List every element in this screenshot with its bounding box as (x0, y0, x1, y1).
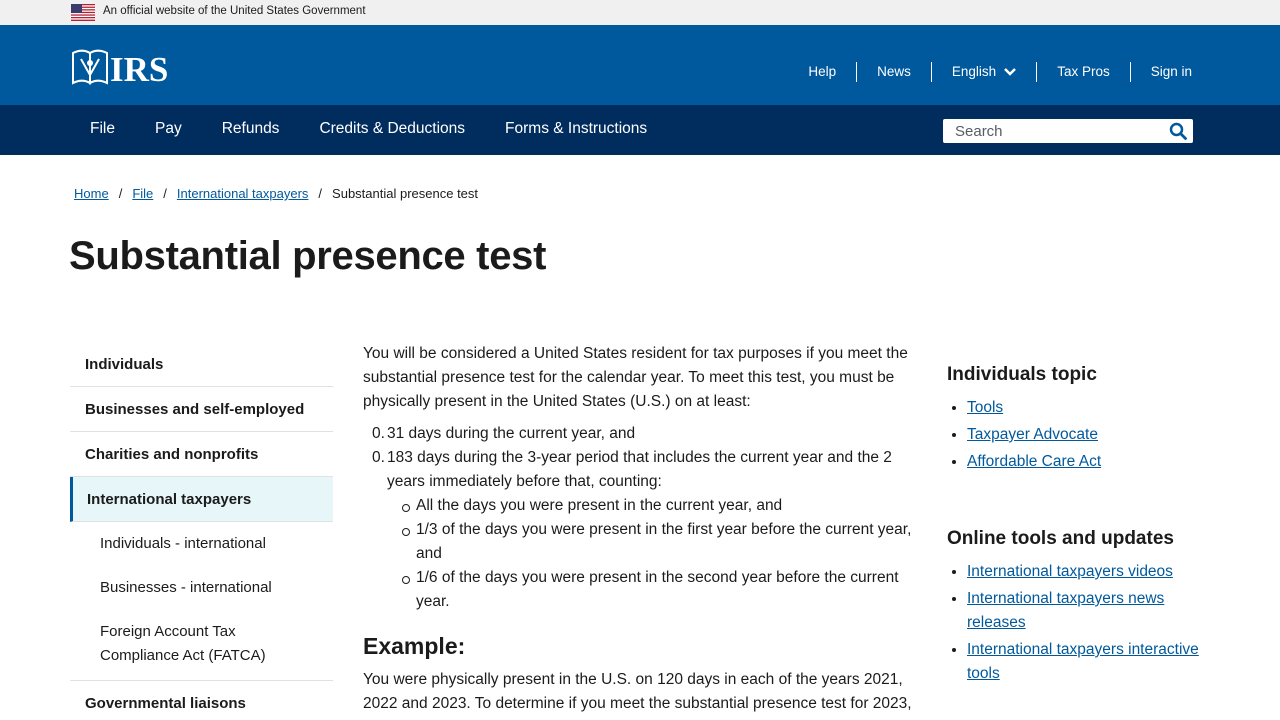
nav-credits-deductions[interactable]: Credits & Deductions (299, 105, 485, 155)
online-tools-links: International taxpayers videos Internati… (967, 560, 1217, 686)
gov-banner: An official website of the United States… (0, 0, 1280, 25)
interactive-tools-link[interactable]: International taxpayers interactive tool… (967, 641, 1199, 682)
sidebar-item-governmental-liaisons[interactable]: Governmental liaisons (70, 681, 333, 720)
sublist-item: 1/6 of the days you were present in the … (402, 566, 918, 614)
intro-paragraph: You will be considered a United States r… (363, 345, 908, 410)
sidebar-item-individuals[interactable]: Individuals (70, 342, 333, 387)
search-icon[interactable] (1169, 122, 1187, 140)
counting-sublist: All the days you were present in the cur… (402, 494, 918, 614)
search-input[interactable] (943, 119, 1153, 143)
individuals-topic-heading: Individuals topic (947, 364, 1097, 385)
breadcrumb-home[interactable]: Home (74, 186, 109, 201)
sidebar-subitem-businesses-international[interactable]: Businesses - international (70, 566, 333, 610)
breadcrumb-international-taxpayers[interactable]: International taxpayers (177, 186, 309, 201)
nav-forms-instructions[interactable]: Forms & Instructions (485, 105, 667, 155)
main-content: You will be considered a United States r… (363, 342, 918, 720)
nav-file[interactable]: File (70, 105, 135, 155)
individuals-topic-links: Tools Taxpayer Advocate Affordable Care … (967, 396, 1217, 474)
affordable-care-act-link[interactable]: Affordable Care Act (967, 453, 1101, 470)
sidebar-item-international[interactable]: International taxpayers (70, 477, 333, 522)
example-paragraph: You were physically present in the U.S. … (363, 671, 912, 720)
nav-refunds[interactable]: Refunds (202, 105, 300, 155)
related-sidebar: Individuals topic Tools Taxpayer Advocat… (947, 362, 1217, 689)
list-number: 0. (372, 449, 385, 466)
list-item-text: 183 days during the 3-year period that i… (387, 449, 892, 490)
breadcrumb-separator: / (318, 186, 323, 201)
breadcrumb: Home / File / International taxpayers / … (74, 186, 478, 201)
breadcrumb-file[interactable]: File (132, 186, 153, 201)
taxpayer-advocate-link[interactable]: Taxpayer Advocate (967, 426, 1098, 443)
sidebar-nav: Individuals Businesses and self-employed… (70, 342, 333, 720)
breadcrumb-separator: / (163, 186, 167, 201)
search-box (943, 119, 1193, 143)
svg-text:IRS: IRS (110, 50, 168, 86)
sidebar-item-businesses[interactable]: Businesses and self-employed (70, 387, 333, 432)
us-flag-icon (71, 4, 95, 21)
main-nav: File Pay Refunds Credits & Deductions Fo… (0, 105, 1280, 155)
breadcrumb-separator: / (118, 186, 123, 201)
sidebar-item-charities[interactable]: Charities and nonprofits (70, 432, 333, 477)
sidebar-subitems: Individuals - international Businesses -… (70, 522, 333, 681)
sign-in-link[interactable]: Sign in (1129, 62, 1192, 82)
news-releases-link[interactable]: International taxpayers news releases (967, 590, 1164, 631)
language-selector[interactable]: English (930, 62, 1036, 82)
tools-link[interactable]: Tools (967, 399, 1003, 416)
help-link[interactable]: Help (788, 62, 856, 82)
tax-pros-link[interactable]: Tax Pros (1036, 62, 1130, 82)
breadcrumb-current: Substantial presence test (332, 186, 479, 201)
sidebar-subitem-fatca[interactable]: Foreign Account Tax Compliance Act (FATC… (70, 610, 333, 678)
language-label: English (951, 64, 997, 79)
nav-pay[interactable]: Pay (135, 105, 202, 155)
sublist-item: 1/3 of the days you were present in the … (402, 518, 918, 566)
sublist-item: All the days you were present in the cur… (402, 494, 918, 518)
site-header: IRS Help News English Tax Pros Sign in (0, 25, 1280, 105)
irs-logo-icon[interactable]: IRS (71, 49, 177, 86)
example-heading: Example: (363, 633, 466, 659)
videos-link[interactable]: International taxpayers videos (967, 563, 1173, 580)
online-tools-heading: Online tools and updates (947, 528, 1174, 549)
sidebar-subitem-individuals-international[interactable]: Individuals - international (70, 522, 333, 566)
page-title: Substantial presence test (69, 234, 547, 278)
header-links: Help News English Tax Pros Sign in (788, 62, 1192, 82)
list-item-text: 31 days during the current year, and (387, 425, 636, 442)
list-item: 0. 31 days during the current year, and (372, 422, 918, 446)
chevron-down-icon (1004, 68, 1017, 76)
requirements-list: 0. 31 days during the current year, and … (372, 422, 918, 614)
news-link[interactable]: News (856, 62, 931, 82)
list-item: 0. 183 days during the 3-year period tha… (372, 446, 918, 614)
list-number: 0. (372, 425, 385, 442)
gov-banner-text: An official website of the United States… (103, 5, 366, 17)
